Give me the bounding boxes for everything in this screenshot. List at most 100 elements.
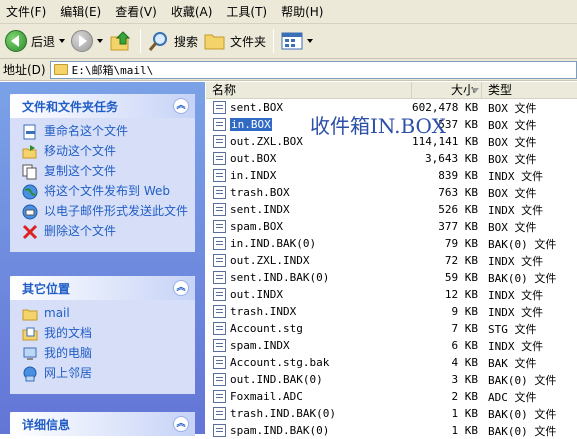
table-row[interactable]: sent.INDX 526 KB INDX 文件 bbox=[206, 201, 577, 218]
rename-icon bbox=[23, 124, 36, 140]
file-type: BOX 文件 bbox=[488, 135, 537, 149]
file-size: 4 KB bbox=[451, 356, 479, 369]
other-places-header[interactable]: 其它位置 ︽ bbox=[10, 276, 195, 300]
move-icon bbox=[22, 145, 37, 159]
other-places-panel: 其它位置 ︽ mail 我的文档 我的电脑 网上邻居 bbox=[10, 276, 195, 394]
file-rows: sent.BOX 602,478 KB BOX 文件 in.BOX 537 KB BOX … bbox=[206, 99, 577, 439]
task-email[interactable]: 以电子邮件形式发送此文件 bbox=[22, 204, 189, 220]
task-publish-web[interactable]: 将这个文件发布到 Web bbox=[22, 184, 189, 200]
file-name: in.IND.BAK(0) bbox=[230, 237, 317, 250]
column-name[interactable]: 名称 bbox=[206, 82, 412, 99]
file-type: BAK(0) 文件 bbox=[488, 407, 557, 421]
search-button[interactable]: 搜索 bbox=[145, 27, 201, 55]
file-size: 3,643 KB bbox=[425, 152, 478, 165]
file-name: sent.BOX bbox=[230, 101, 283, 114]
column-size[interactable]: 大小 bbox=[412, 82, 482, 99]
file-icon bbox=[213, 203, 226, 216]
table-row[interactable]: spam.IND.BAK(0) 1 KB BAK(0) 文件 bbox=[206, 422, 577, 439]
table-row[interactable]: Account.stg 7 KB STG 文件 bbox=[206, 320, 577, 337]
details-title: 详细信息 bbox=[22, 417, 71, 432]
task-move[interactable]: 移动这个文件 bbox=[22, 144, 189, 160]
file-type: INDX 文件 bbox=[488, 339, 544, 353]
toolbar-separator bbox=[140, 29, 142, 53]
file-name-cell: Account.stg bbox=[206, 322, 412, 335]
place-my-documents-label: 我的文档 bbox=[44, 326, 93, 340]
forward-button[interactable] bbox=[68, 27, 106, 55]
file-name-cell: spam.BOX bbox=[206, 220, 412, 233]
file-type: BOX 文件 bbox=[488, 101, 537, 115]
menu-file[interactable]: 文件(F) bbox=[2, 3, 52, 20]
file-icon bbox=[213, 254, 226, 267]
place-my-computer[interactable]: 我的电脑 bbox=[22, 346, 189, 362]
other-places-title: 其它位置 bbox=[22, 281, 71, 296]
network-icon bbox=[23, 366, 37, 382]
file-type: BAK(0) 文件 bbox=[488, 373, 557, 387]
table-row[interactable]: out.INDX 12 KB INDX 文件 bbox=[206, 286, 577, 303]
table-row[interactable]: trash.INDX 9 KB INDX 文件 bbox=[206, 303, 577, 320]
table-row[interactable]: out.IND.BAK(0) 3 KB BAK(0) 文件 bbox=[206, 371, 577, 388]
table-row[interactable]: trash.BOX 763 KB BOX 文件 bbox=[206, 184, 577, 201]
table-row[interactable]: Foxmail.ADC 2 KB ADC 文件 bbox=[206, 388, 577, 405]
file-icon bbox=[213, 424, 226, 437]
table-row[interactable]: spam.BOX 377 KB BOX 文件 bbox=[206, 218, 577, 235]
menu-tools[interactable]: 工具(T) bbox=[222, 3, 273, 20]
file-name-cell: out.IND.BAK(0) bbox=[206, 373, 412, 386]
menu-help[interactable]: 帮助(H) bbox=[277, 3, 329, 20]
place-mail[interactable]: mail bbox=[22, 306, 189, 322]
task-copy[interactable]: 复制这个文件 bbox=[22, 164, 189, 180]
collapse-icon[interactable]: ︽ bbox=[173, 416, 189, 432]
menu-edit[interactable]: 编辑(E) bbox=[56, 3, 107, 20]
task-rename[interactable]: 重命名这个文件 bbox=[22, 124, 189, 140]
table-row[interactable]: out.ZXL.INDX 72 KB INDX 文件 bbox=[206, 252, 577, 269]
details-header[interactable]: 详细信息 ︽ bbox=[10, 412, 195, 436]
file-name: trash.IND.BAK(0) bbox=[230, 407, 336, 420]
folder-icon bbox=[22, 309, 38, 321]
file-name: in.INDX bbox=[230, 169, 277, 182]
folders-button[interactable]: 文件夹 bbox=[201, 27, 269, 55]
table-row[interactable]: trash.IND.BAK(0) 1 KB BAK(0) 文件 bbox=[206, 405, 577, 422]
file-name-cell: sent.INDX bbox=[206, 203, 412, 216]
address-bar: 地址(D) E:\邮箱\mail\ bbox=[0, 59, 577, 81]
folder-icon bbox=[204, 34, 225, 50]
file-type: INDX 文件 bbox=[488, 169, 544, 183]
views-button[interactable] bbox=[278, 27, 316, 55]
file-name: out.INDX bbox=[230, 288, 283, 301]
back-button[interactable]: 后退 bbox=[2, 27, 68, 55]
table-row[interactable]: Account.stg.bak 4 KB BAK 文件 bbox=[206, 354, 577, 371]
file-size: 2 KB bbox=[451, 390, 479, 403]
table-row[interactable]: spam.INDX 6 KB INDX 文件 bbox=[206, 337, 577, 354]
file-tasks-title: 文件和文件夹任务 bbox=[22, 99, 119, 114]
file-size: 377 KB bbox=[438, 220, 478, 233]
collapse-icon[interactable]: ︽ bbox=[173, 280, 189, 296]
file-tasks-header[interactable]: 文件和文件夹任务 ︽ bbox=[10, 94, 195, 118]
table-row[interactable]: in.INDX 839 KB INDX 文件 bbox=[206, 167, 577, 184]
table-row[interactable]: in.IND.BAK(0) 79 KB BAK(0) 文件 bbox=[206, 235, 577, 252]
file-name: spam.IND.BAK(0) bbox=[230, 424, 330, 437]
my-documents-icon bbox=[22, 327, 38, 341]
file-name-cell: spam.INDX bbox=[206, 339, 412, 352]
table-row[interactable]: sent.IND.BAK(0) 59 KB BAK(0) 文件 bbox=[206, 269, 577, 286]
up-folder-button[interactable] bbox=[106, 27, 136, 55]
file-name: out.BOX bbox=[230, 152, 277, 165]
menu-favorites[interactable]: 收藏(A) bbox=[167, 3, 219, 20]
file-name-cell: spam.IND.BAK(0) bbox=[206, 424, 412, 437]
delete-icon bbox=[22, 224, 38, 240]
file-name: spam.INDX bbox=[230, 339, 290, 352]
address-path: E:\邮箱\mail\ bbox=[71, 63, 154, 77]
address-input[interactable]: E:\邮箱\mail\ bbox=[49, 60, 577, 79]
copy-icon bbox=[22, 164, 37, 180]
back-label: 后退 bbox=[31, 34, 56, 49]
table-row[interactable]: out.BOX 3,643 KB BOX 文件 bbox=[206, 150, 577, 167]
place-my-computer-label: 我的电脑 bbox=[44, 346, 93, 360]
task-delete[interactable]: 删除这个文件 bbox=[22, 224, 189, 240]
back-arrow-icon bbox=[5, 30, 27, 52]
place-my-documents[interactable]: 我的文档 bbox=[22, 326, 189, 342]
file-icon bbox=[213, 390, 226, 403]
column-type[interactable]: 类型 bbox=[482, 82, 577, 99]
place-network[interactable]: 网上邻居 bbox=[22, 366, 189, 382]
menu-view[interactable]: 查看(V) bbox=[111, 3, 163, 20]
file-icon bbox=[213, 305, 226, 318]
file-icon bbox=[213, 220, 226, 233]
search-icon bbox=[148, 32, 168, 51]
collapse-icon[interactable]: ︽ bbox=[173, 98, 189, 114]
